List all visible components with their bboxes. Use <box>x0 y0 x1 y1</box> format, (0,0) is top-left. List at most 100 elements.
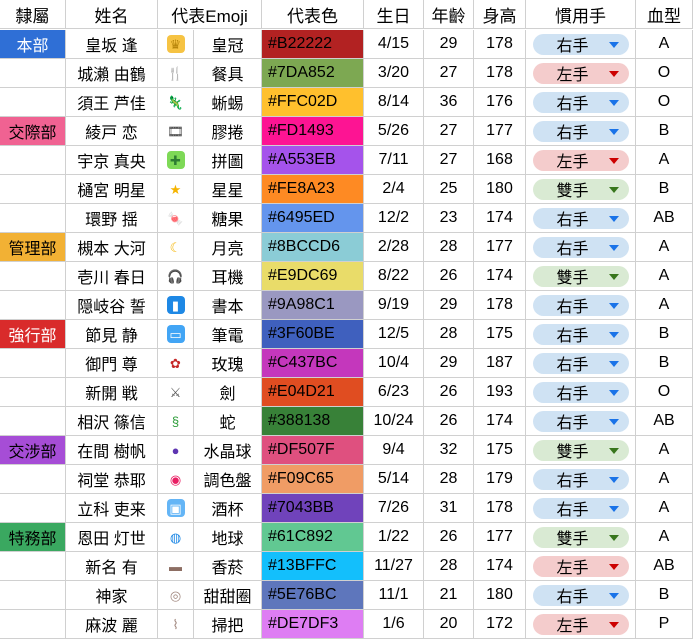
name-cell[interactable]: 宇京 真央 <box>66 146 158 175</box>
height-cell[interactable]: 180 <box>474 175 526 204</box>
handedness-dropdown[interactable]: 左手 <box>532 62 629 84</box>
name-cell[interactable]: 相沢 篠信 <box>66 407 158 436</box>
emoji-name-cell[interactable]: 水晶球 <box>194 436 262 465</box>
name-cell[interactable]: 環野 揺 <box>66 204 158 233</box>
emoji-cell[interactable]: ▬ <box>158 552 194 581</box>
birthday-cell[interactable]: 5/14 <box>364 465 424 494</box>
dropdown-arrow-icon[interactable] <box>608 186 619 193</box>
name-cell[interactable]: 神家 <box>66 581 158 610</box>
emoji-name-cell[interactable]: 調色盤 <box>194 465 262 494</box>
dept-cell[interactable] <box>0 552 66 581</box>
blood-type-cell[interactable]: B <box>636 349 693 378</box>
handedness-dropdown[interactable]: 雙手 <box>532 178 629 200</box>
dept-cell[interactable] <box>0 88 66 117</box>
height-cell[interactable]: 178 <box>474 291 526 320</box>
dropdown-arrow-icon[interactable] <box>608 331 619 338</box>
age-cell[interactable]: 29 <box>424 349 474 378</box>
blood-type-cell[interactable]: P <box>636 610 693 639</box>
height-cell[interactable]: 174 <box>474 204 526 233</box>
dept-cell[interactable] <box>0 146 66 175</box>
age-cell[interactable]: 20 <box>424 610 474 639</box>
name-cell[interactable]: 祠堂 恭耶 <box>66 465 158 494</box>
name-cell[interactable]: 新開 戦 <box>66 378 158 407</box>
color-cell[interactable]: #E04D21 <box>262 378 364 407</box>
handedness-cell[interactable]: 左手 <box>526 610 636 639</box>
height-cell[interactable]: 178 <box>474 30 526 59</box>
emoji-name-cell[interactable]: 膠捲 <box>194 117 262 146</box>
birthday-cell[interactable]: 11/1 <box>364 581 424 610</box>
birthday-cell[interactable]: 2/28 <box>364 233 424 262</box>
height-cell[interactable]: 168 <box>474 146 526 175</box>
handedness-dropdown[interactable]: 右手 <box>532 236 629 258</box>
handedness-dropdown[interactable]: 雙手 <box>532 526 629 548</box>
birthday-cell[interactable]: 11/27 <box>364 552 424 581</box>
birthday-cell[interactable]: 1/6 <box>364 610 424 639</box>
handedness-cell[interactable]: 右手 <box>526 494 636 523</box>
height-cell[interactable]: 172 <box>474 610 526 639</box>
birthday-cell[interactable]: 12/5 <box>364 320 424 349</box>
emoji-cell[interactable]: 🎞 <box>158 117 194 146</box>
handedness-dropdown[interactable]: 右手 <box>532 91 629 113</box>
age-cell[interactable]: 25 <box>424 175 474 204</box>
birthday-cell[interactable]: 6/23 <box>364 378 424 407</box>
name-cell[interactable]: 皇坂 逢 <box>66 30 158 59</box>
dropdown-arrow-icon[interactable] <box>608 41 619 48</box>
dept-cell[interactable] <box>0 204 66 233</box>
height-cell[interactable]: 175 <box>474 436 526 465</box>
age-cell[interactable]: 31 <box>424 494 474 523</box>
handedness-cell[interactable]: 雙手 <box>526 523 636 552</box>
height-cell[interactable]: 175 <box>474 320 526 349</box>
color-cell[interactable]: #13BFFC <box>262 552 364 581</box>
header-color[interactable]: 代表色 <box>262 0 364 29</box>
age-cell[interactable]: 26 <box>424 378 474 407</box>
height-cell[interactable]: 177 <box>474 233 526 262</box>
dropdown-arrow-icon[interactable] <box>608 418 619 425</box>
height-cell[interactable]: 176 <box>474 88 526 117</box>
handedness-cell[interactable]: 左手 <box>526 59 636 88</box>
handedness-cell[interactable]: 雙手 <box>526 175 636 204</box>
blood-type-cell[interactable]: A <box>636 465 693 494</box>
dropdown-arrow-icon[interactable] <box>608 621 619 628</box>
dropdown-arrow-icon[interactable] <box>608 476 619 483</box>
name-cell[interactable]: 綾戸 恋 <box>66 117 158 146</box>
dropdown-arrow-icon[interactable] <box>608 215 619 222</box>
age-cell[interactable]: 36 <box>424 88 474 117</box>
blood-type-cell[interactable]: A <box>636 291 693 320</box>
name-cell[interactable]: 新名 有 <box>66 552 158 581</box>
blood-type-cell[interactable]: O <box>636 378 693 407</box>
name-cell[interactable]: 槻本 大河 <box>66 233 158 262</box>
handedness-cell[interactable]: 右手 <box>526 320 636 349</box>
handedness-dropdown[interactable]: 右手 <box>532 120 629 142</box>
height-cell[interactable]: 178 <box>474 494 526 523</box>
dept-cell[interactable]: 管理部 <box>0 233 66 262</box>
color-cell[interactable]: #5E76BC <box>262 581 364 610</box>
emoji-name-cell[interactable]: 筆電 <box>194 320 262 349</box>
emoji-cell[interactable]: ● <box>158 436 194 465</box>
handedness-dropdown[interactable]: 右手 <box>532 294 629 316</box>
color-cell[interactable]: #7043BB <box>262 494 364 523</box>
dept-cell[interactable] <box>0 378 66 407</box>
handedness-cell[interactable]: 右手 <box>526 117 636 146</box>
name-cell[interactable]: 樋宮 明星 <box>66 175 158 204</box>
emoji-cell[interactable]: 🍬 <box>158 204 194 233</box>
emoji-cell[interactable]: ◍ <box>158 523 194 552</box>
name-cell[interactable]: 恩田 灯世 <box>66 523 158 552</box>
emoji-name-cell[interactable]: 月亮 <box>194 233 262 262</box>
header-emoji[interactable]: 代表Emoji <box>158 0 262 29</box>
handedness-dropdown[interactable]: 右手 <box>532 381 629 403</box>
handedness-dropdown[interactable]: 右手 <box>532 410 629 432</box>
blood-type-cell[interactable]: A <box>636 262 693 291</box>
emoji-cell[interactable]: 🎧 <box>158 262 194 291</box>
age-cell[interactable]: 32 <box>424 436 474 465</box>
emoji-cell[interactable]: § <box>158 407 194 436</box>
dropdown-arrow-icon[interactable] <box>608 534 619 541</box>
handedness-dropdown[interactable]: 左手 <box>532 613 629 635</box>
dropdown-arrow-icon[interactable] <box>608 273 619 280</box>
handedness-cell[interactable]: 左手 <box>526 552 636 581</box>
name-cell[interactable]: 御門 尊 <box>66 349 158 378</box>
emoji-cell[interactable]: 🍴 <box>158 59 194 88</box>
emoji-name-cell[interactable]: 耳機 <box>194 262 262 291</box>
dept-cell[interactable]: 交際部 <box>0 117 66 146</box>
birthday-cell[interactable]: 8/22 <box>364 262 424 291</box>
dept-cell[interactable] <box>0 465 66 494</box>
